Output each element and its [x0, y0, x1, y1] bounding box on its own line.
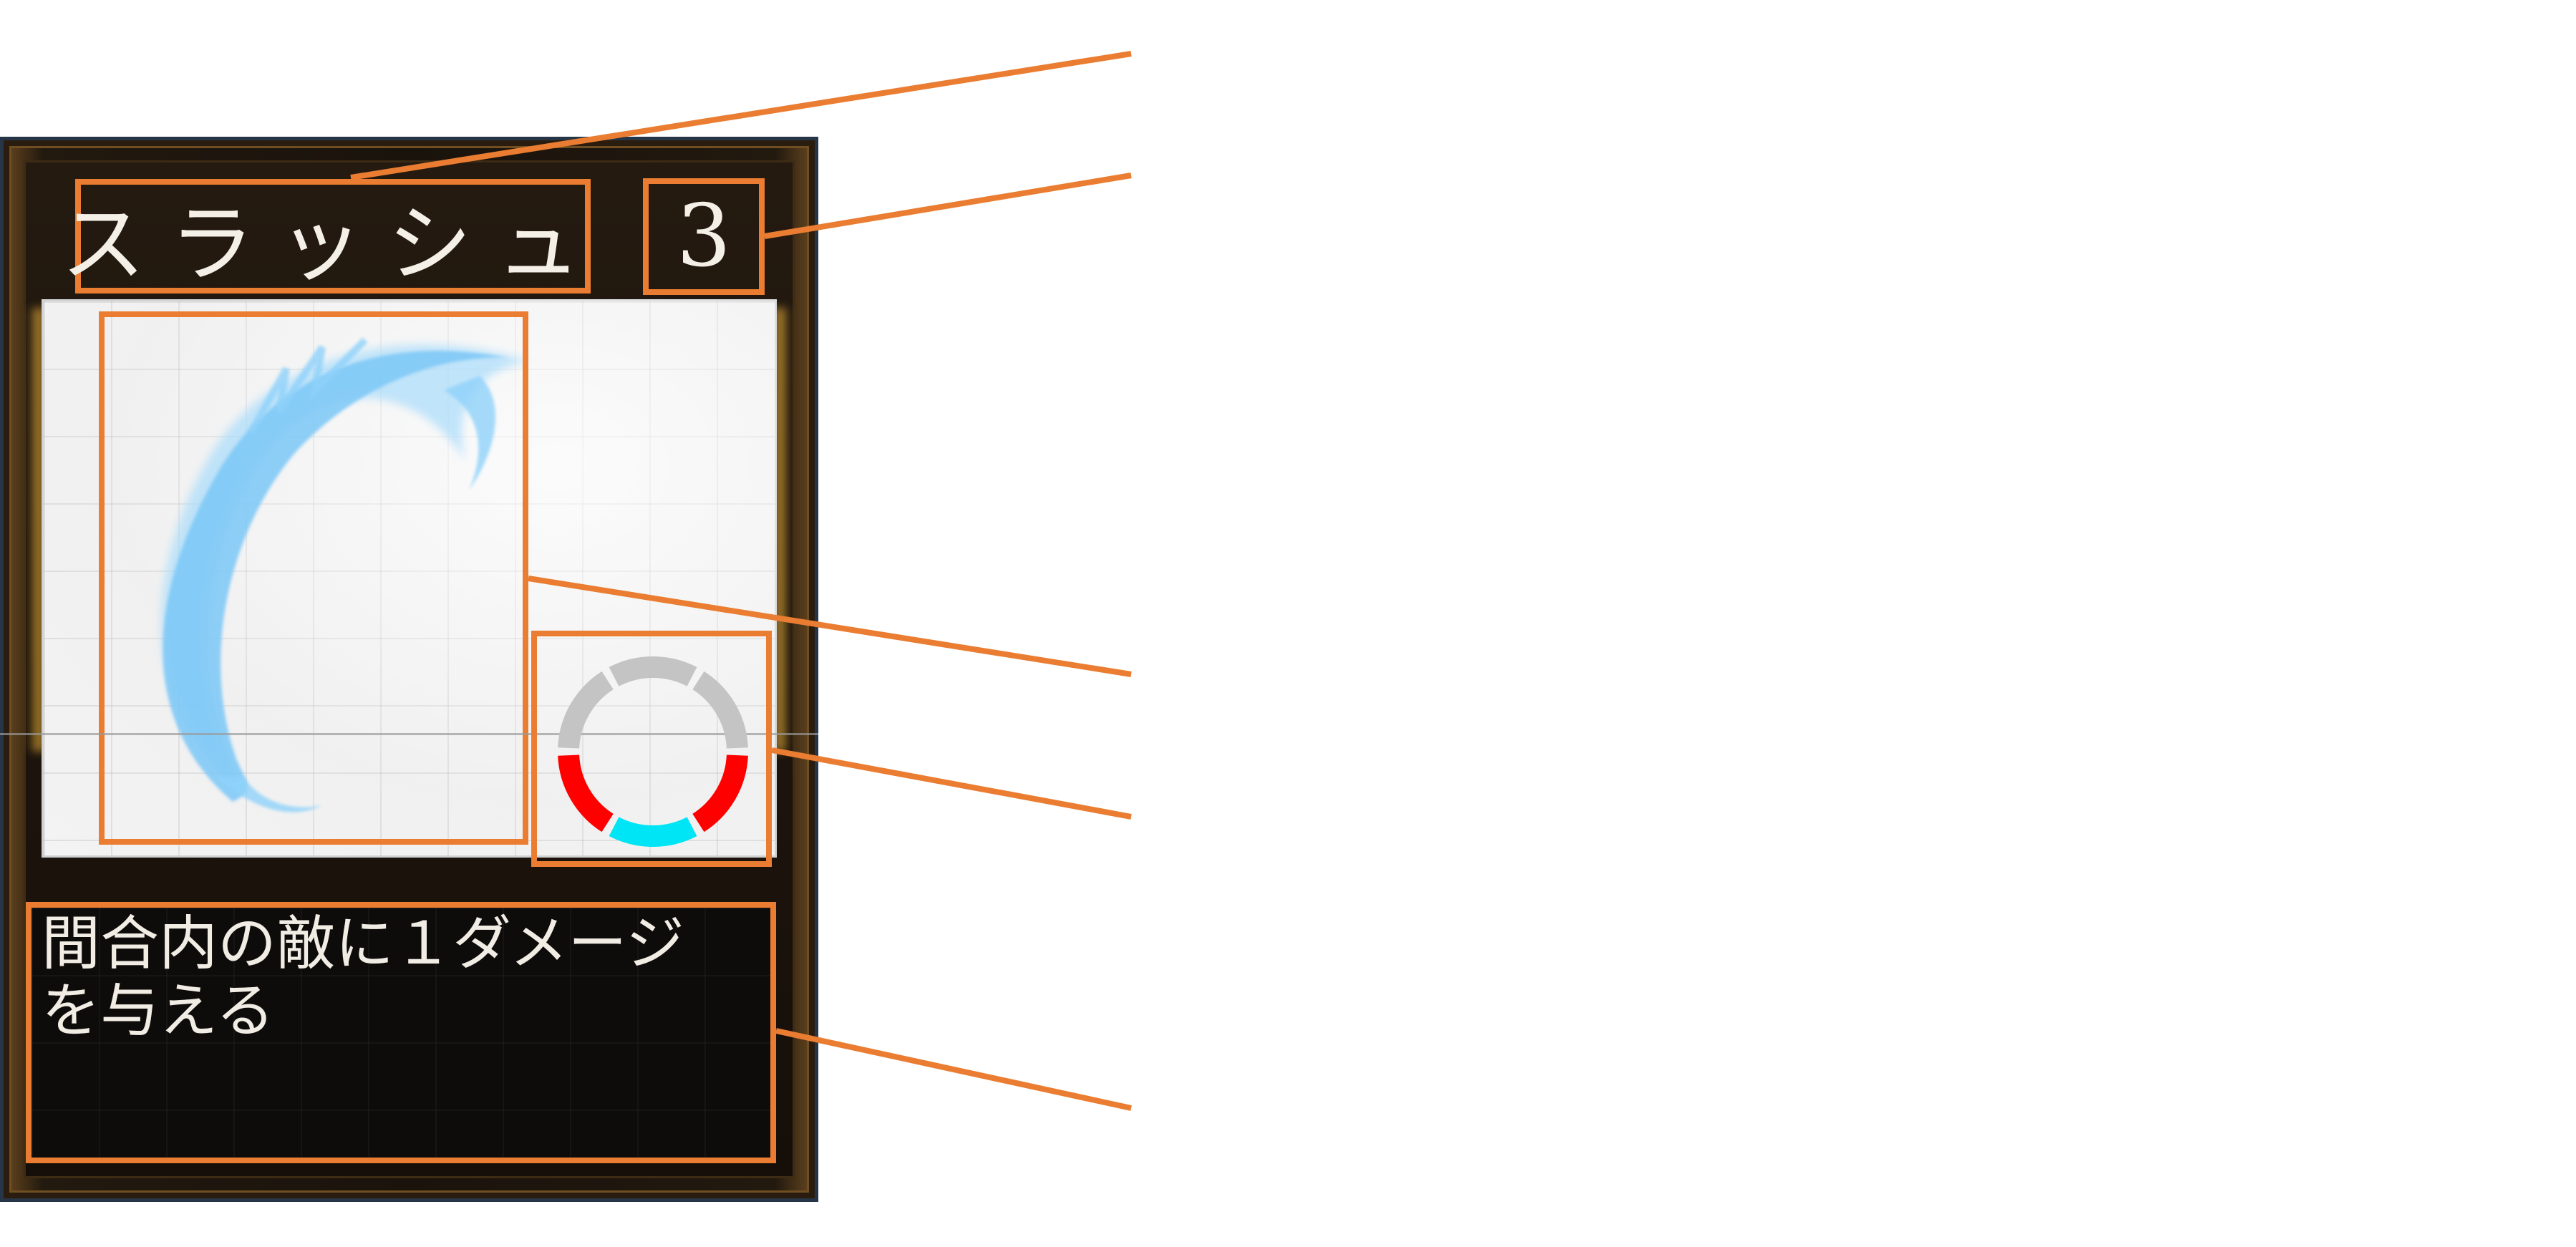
callout-line-range: [771, 747, 1132, 820]
callout-line-cost: [764, 173, 1132, 239]
callout-line-name: [350, 51, 1132, 180]
callout-line-description: [775, 1028, 1132, 1111]
callout-line-art: [528, 576, 1132, 677]
callout-lines: [350, 51, 1132, 1111]
